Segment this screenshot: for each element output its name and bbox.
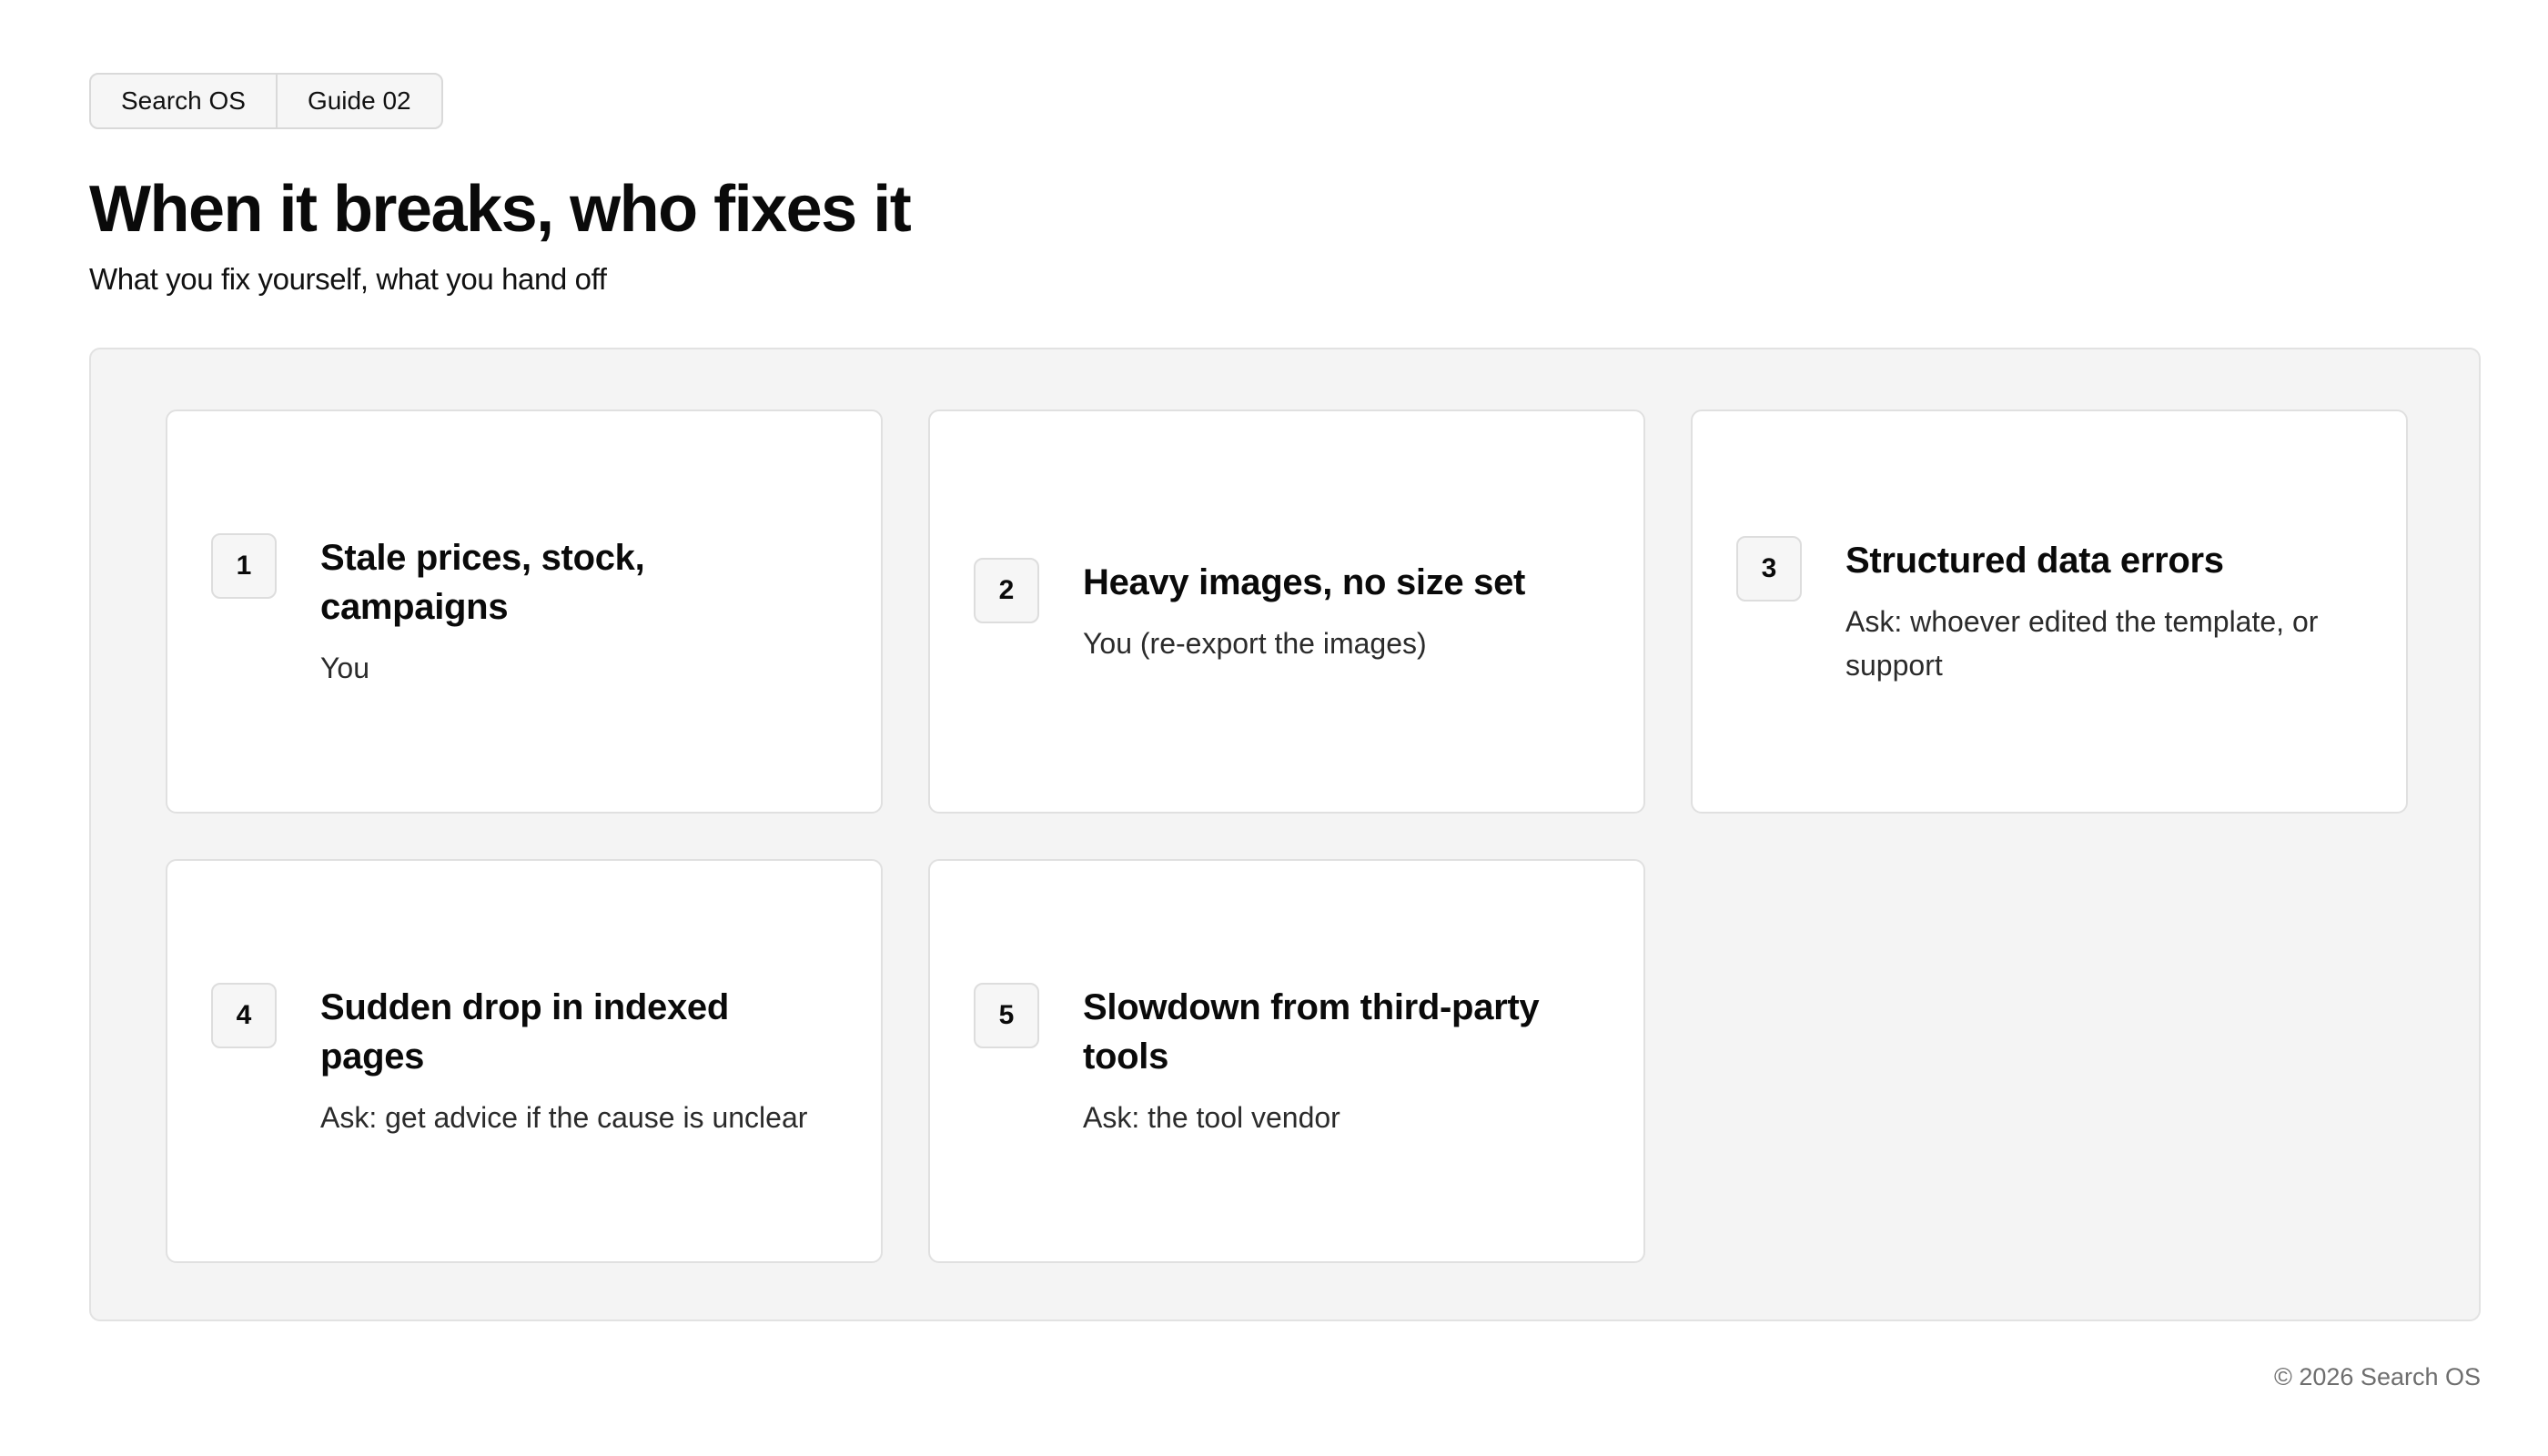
- page-title: When it breaks, who fixes it: [89, 173, 912, 246]
- issues-board: 1 Stale prices, stock, campaigns You 2 H…: [89, 348, 2481, 1321]
- issue-card-3: 3 Structured data errors Ask: whoever ed…: [1691, 410, 2408, 814]
- issue-number-badge: 1: [211, 533, 277, 599]
- issue-number-badge: 2: [974, 558, 1039, 623]
- issue-card-2: 2 Heavy images, no size set You (re-expo…: [928, 410, 1645, 814]
- issues-grid: 1 Stale prices, stock, campaigns You 2 H…: [166, 410, 2408, 1263]
- breadcrumb-item-search-os[interactable]: Search OS: [91, 75, 276, 127]
- issue-owner: Ask: whoever edited the template, or sup…: [1845, 605, 2319, 682]
- issue-title: Heavy images, no size set: [1083, 562, 1526, 602]
- issue-owner: You (re-export the images): [1083, 627, 1427, 660]
- issue-title: Slowdown from third-party tools: [1083, 987, 1540, 1077]
- issue-title: Sudden drop in indexed pages: [320, 987, 729, 1077]
- issue-owner: You: [320, 652, 369, 684]
- issue-title: Structured data errors: [1845, 541, 2224, 581]
- issue-owner: Ask: the tool vendor: [1083, 1101, 1340, 1134]
- footer-copyright: © 2026 Search OS: [2273, 1363, 2481, 1390]
- issue-card-5: 5 Slowdown from third-party tools Ask: t…: [928, 859, 1645, 1263]
- issue-number-badge: 3: [1736, 536, 1802, 602]
- issue-card-4: 4 Sudden drop in indexed pages Ask: get …: [166, 859, 883, 1263]
- page: Search OS Guide 02 When it breaks, who f…: [89, 73, 2481, 1321]
- issue-number-badge: 5: [974, 983, 1039, 1048]
- issue-card-1: 1 Stale prices, stock, campaigns You: [166, 410, 883, 814]
- breadcrumb: Search OS Guide 02: [89, 73, 443, 129]
- issue-number-badge: 4: [211, 983, 277, 1048]
- page-subtitle: What you fix yourself, what you hand off: [89, 262, 607, 296]
- issue-owner: Ask: get advice if the cause is unclear: [320, 1101, 808, 1134]
- breadcrumb-item-guide[interactable]: Guide 02: [275, 75, 441, 127]
- issue-title: Stale prices, stock, campaigns: [320, 538, 645, 627]
